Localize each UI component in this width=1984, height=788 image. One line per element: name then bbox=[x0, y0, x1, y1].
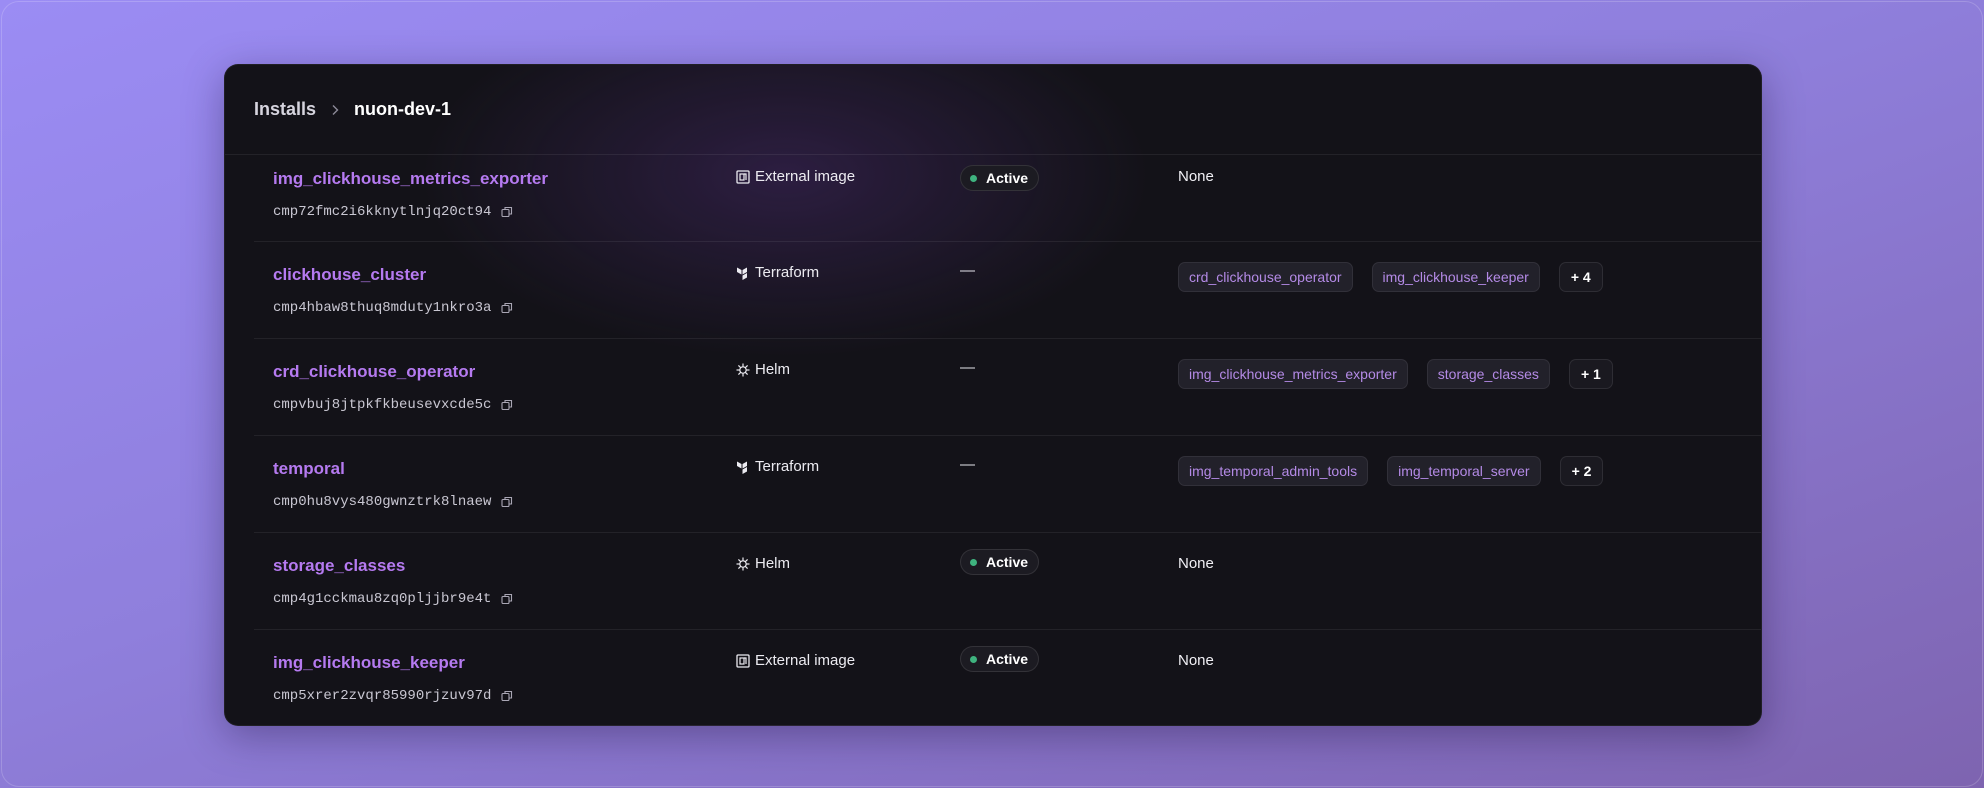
component-type: Helm bbox=[736, 361, 790, 378]
component-type-label: External image bbox=[755, 652, 856, 669]
status-active-badge: Active bbox=[960, 165, 1040, 191]
component-type: Terraform bbox=[736, 264, 819, 281]
component-type: External image bbox=[736, 652, 855, 669]
dependencies-none: None bbox=[1178, 555, 1214, 572]
component-id: cmp4hbaw8thuq8mduty1nkro3a bbox=[273, 300, 513, 316]
copy-icon[interactable] bbox=[501, 302, 513, 314]
component-id: cmp4g1cckmau8zq0pljjbr9e4t bbox=[273, 591, 513, 607]
helm-icon bbox=[736, 557, 750, 571]
terraform-icon bbox=[736, 460, 750, 474]
table-row: clickhouse_cluster cmp4hbaw8thuq8mduty1n… bbox=[254, 242, 1761, 339]
dependency-chip[interactable]: crd_clickhouse_operator bbox=[1178, 262, 1353, 292]
component-type-label: Helm bbox=[755, 361, 791, 378]
dependency-chip[interactable]: img_clickhouse_metrics_exporter bbox=[1178, 359, 1408, 389]
component-id-text: cmp72fmc2i6kknytlnjq20ct94 bbox=[273, 204, 492, 220]
component-id-text: cmpvbuj8jtpkfkbeusevxcde5c bbox=[273, 397, 492, 413]
component-name-link[interactable]: temporal bbox=[273, 459, 345, 479]
dependency-chip[interactable]: storage_classes bbox=[1426, 359, 1550, 389]
component-type-label: External image bbox=[755, 168, 856, 185]
table-row: storage_classes cmp4g1cckmau8zq0pljjbr9e… bbox=[254, 533, 1761, 630]
status-active-badge: Active bbox=[960, 549, 1040, 575]
copy-icon[interactable] bbox=[501, 593, 513, 605]
table-row: img_clickhouse_metrics_exporter cmp72fmc… bbox=[254, 155, 1761, 242]
status-dot-icon bbox=[970, 558, 977, 566]
breadcrumb-current: nuon-dev-1 bbox=[354, 99, 452, 119]
dependencies: crd_clickhouse_operator img_clickhouse_k… bbox=[1178, 262, 1603, 292]
status-active-badge: Active bbox=[960, 646, 1040, 672]
status-badge: Active bbox=[960, 646, 1040, 672]
component-type: Helm bbox=[736, 555, 790, 572]
chevron-right-icon bbox=[330, 104, 340, 116]
status-empty: — bbox=[960, 262, 975, 279]
table-row: crd_clickhouse_operator cmpvbuj8jtpkfkbe… bbox=[254, 339, 1761, 436]
external-image-icon bbox=[736, 169, 750, 184]
terraform-icon bbox=[736, 266, 750, 280]
status-empty: — bbox=[960, 456, 975, 473]
component-type: External image bbox=[736, 168, 855, 185]
status-badge: Active bbox=[960, 165, 1040, 191]
more-dependencies-button[interactable]: + 4 bbox=[1558, 262, 1603, 292]
component-id-text: cmp4hbaw8thuq8mduty1nkro3a bbox=[273, 300, 492, 316]
component-id: cmp0hu8vys480gwnztrk8lnaew bbox=[273, 494, 513, 510]
more-dependencies-button[interactable]: + 2 bbox=[1559, 456, 1604, 486]
status-empty: — bbox=[960, 359, 975, 376]
component-type-label: Terraform bbox=[755, 458, 820, 475]
status-dot-icon bbox=[970, 655, 977, 663]
component-type-label: Helm bbox=[755, 555, 791, 572]
dependencies: img_clickhouse_metrics_exporter storage_… bbox=[1178, 359, 1613, 389]
header: Installs nuon-dev-1 bbox=[225, 65, 1761, 155]
component-name-link[interactable]: storage_classes bbox=[273, 556, 405, 576]
dependencies-none: None bbox=[1178, 652, 1214, 669]
breadcrumb: Installs nuon-dev-1 bbox=[254, 99, 451, 120]
dependency-chip[interactable]: img_temporal_server bbox=[1387, 456, 1541, 486]
helm-icon bbox=[736, 363, 750, 377]
components-list: img_clickhouse_metrics_exporter cmp72fmc… bbox=[225, 155, 1761, 725]
dependency-chip[interactable]: img_clickhouse_keeper bbox=[1371, 262, 1540, 292]
copy-icon[interactable] bbox=[501, 496, 513, 508]
status-badge: Active bbox=[960, 549, 1040, 575]
component-type: Terraform bbox=[736, 458, 819, 475]
dependency-chip[interactable]: img_temporal_admin_tools bbox=[1178, 456, 1369, 486]
component-id-text: cmp5xrer2zvqr85990rjzuv97d bbox=[273, 688, 492, 704]
status-dot-icon bbox=[970, 174, 977, 182]
copy-icon[interactable] bbox=[501, 206, 513, 218]
status-label: Active bbox=[986, 651, 1029, 667]
component-name-link[interactable]: clickhouse_cluster bbox=[273, 265, 426, 285]
component-id: cmp72fmc2i6kknytlnjq20ct94 bbox=[273, 204, 513, 220]
component-id: cmpvbuj8jtpkfkbeusevxcde5c bbox=[273, 397, 513, 413]
component-id-text: cmp0hu8vys480gwnztrk8lnaew bbox=[273, 494, 492, 510]
external-image-icon bbox=[736, 653, 750, 668]
component-name-link[interactable]: img_clickhouse_keeper bbox=[273, 653, 465, 673]
component-name-link[interactable]: crd_clickhouse_operator bbox=[273, 362, 475, 382]
dependencies: img_temporal_admin_tools img_temporal_se… bbox=[1178, 456, 1604, 486]
component-type-label: Terraform bbox=[755, 264, 820, 281]
breadcrumb-installs-link[interactable]: Installs bbox=[254, 99, 316, 120]
component-id: cmp5xrer2zvqr85990rjzuv97d bbox=[273, 688, 513, 704]
install-window: Installs nuon-dev-1 img_clickhouse_metri… bbox=[224, 64, 1762, 726]
status-label: Active bbox=[986, 170, 1029, 186]
copy-icon[interactable] bbox=[501, 690, 513, 702]
status-label: Active bbox=[986, 554, 1029, 570]
table-row: temporal cmp0hu8vys480gwnztrk8lnaew Terr… bbox=[254, 436, 1761, 533]
more-dependencies-button[interactable]: + 1 bbox=[1568, 359, 1613, 389]
dependencies-none: None bbox=[1178, 168, 1214, 185]
copy-icon[interactable] bbox=[501, 399, 513, 411]
table-row: img_clickhouse_keeper cmp5xrer2zvqr85990… bbox=[254, 630, 1761, 725]
component-name-link[interactable]: img_clickhouse_metrics_exporter bbox=[273, 169, 548, 189]
component-id-text: cmp4g1cckmau8zq0pljjbr9e4t bbox=[273, 591, 492, 607]
